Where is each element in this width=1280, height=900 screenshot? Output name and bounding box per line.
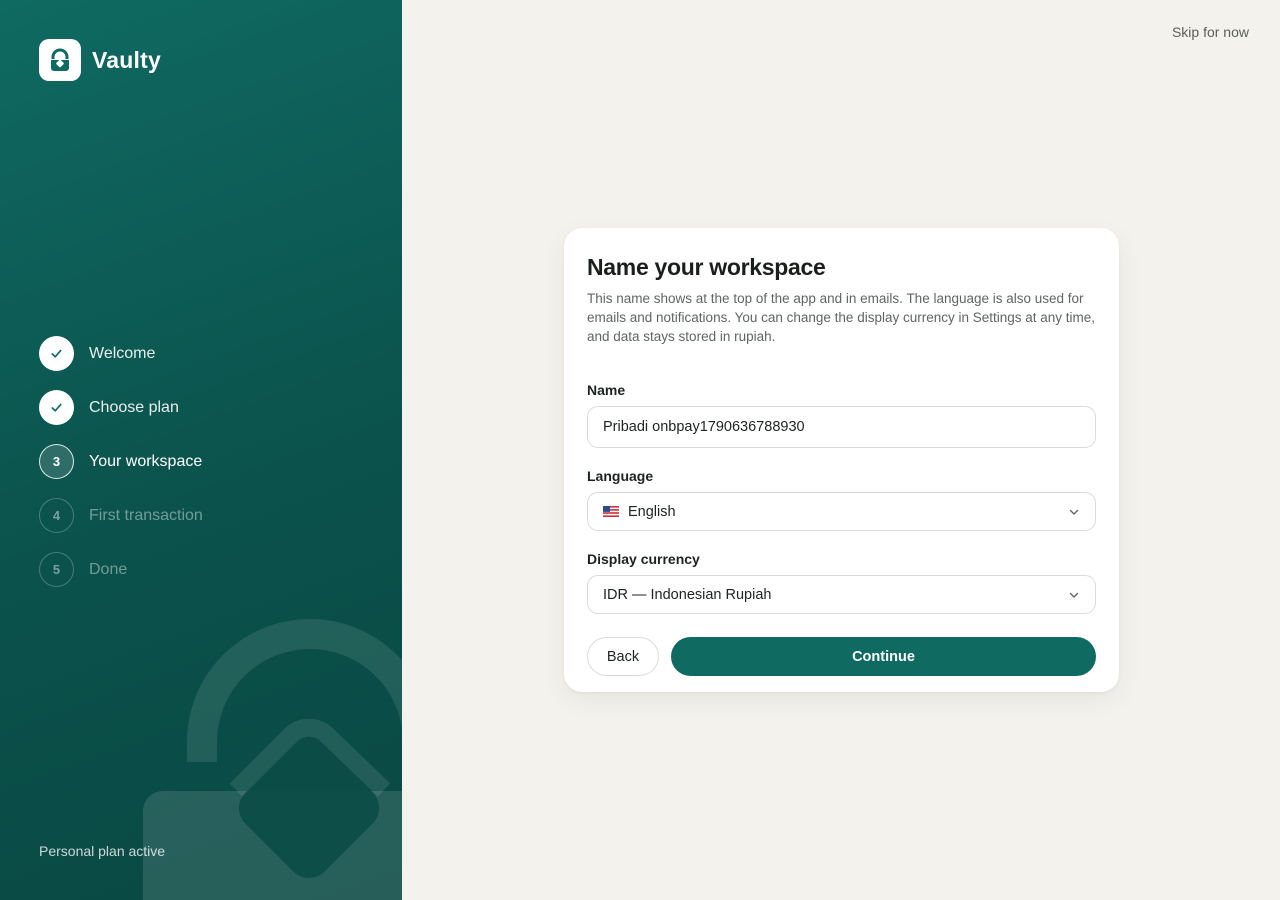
back-button[interactable]: Back: [587, 637, 659, 676]
step-label: Your workspace: [89, 452, 203, 470]
workspace-name-input[interactable]: [587, 406, 1096, 448]
onboarding-steps: Welcome Choose plan 3 Your workspace 4 F…: [39, 336, 203, 606]
chevron-down-icon: [1069, 509, 1079, 515]
language-value: English: [628, 503, 676, 520]
step-done: 5 Done: [39, 552, 203, 587]
step-label: Done: [89, 560, 128, 578]
name-label: Name: [587, 382, 626, 398]
card-actions: Back Continue: [587, 637, 1096, 676]
card-title: Name your workspace: [587, 254, 826, 280]
continue-button[interactable]: Continue: [671, 637, 1096, 676]
card-description: This name shows at the top of the app an…: [587, 291, 1096, 344]
step-number: 5: [39, 552, 74, 587]
currency-label: Display currency: [587, 551, 700, 567]
step-first-transaction: 4 First transaction: [39, 498, 203, 533]
language-select-value: English: [603, 504, 676, 520]
workspace-card: Name your workspace This name shows at t…: [564, 228, 1119, 692]
brand-name: Vaulty: [92, 46, 161, 73]
skip-for-now-link[interactable]: Skip for now: [1172, 24, 1249, 40]
step-your-workspace: 3 Your workspace: [39, 444, 203, 479]
step-choose-plan: Choose plan: [39, 390, 203, 425]
onboarding-sidebar: Vaulty Welcome Choose plan 3 Your worksp…: [0, 0, 402, 900]
step-number: 4: [39, 498, 74, 533]
language-select[interactable]: English: [587, 492, 1096, 531]
step-welcome: Welcome: [39, 336, 203, 371]
language-label: Language: [587, 468, 654, 484]
us-flag-icon: [603, 506, 619, 517]
plan-status-note: Personal plan active: [39, 843, 166, 859]
step-number: 3: [39, 444, 74, 479]
step-label: Choose plan: [89, 398, 179, 416]
brand: Vaulty: [39, 39, 161, 81]
currency-value: IDR — Indonesian Rupiah: [603, 586, 772, 603]
checkmark-icon: [39, 390, 74, 425]
step-label: First transaction: [89, 506, 203, 524]
step-label: Welcome: [89, 344, 156, 362]
lock-bag-icon: [39, 39, 81, 81]
currency-select[interactable]: IDR — Indonesian Rupiah: [587, 575, 1096, 614]
checkmark-icon: [39, 336, 74, 371]
chevron-down-icon: [1069, 592, 1079, 598]
